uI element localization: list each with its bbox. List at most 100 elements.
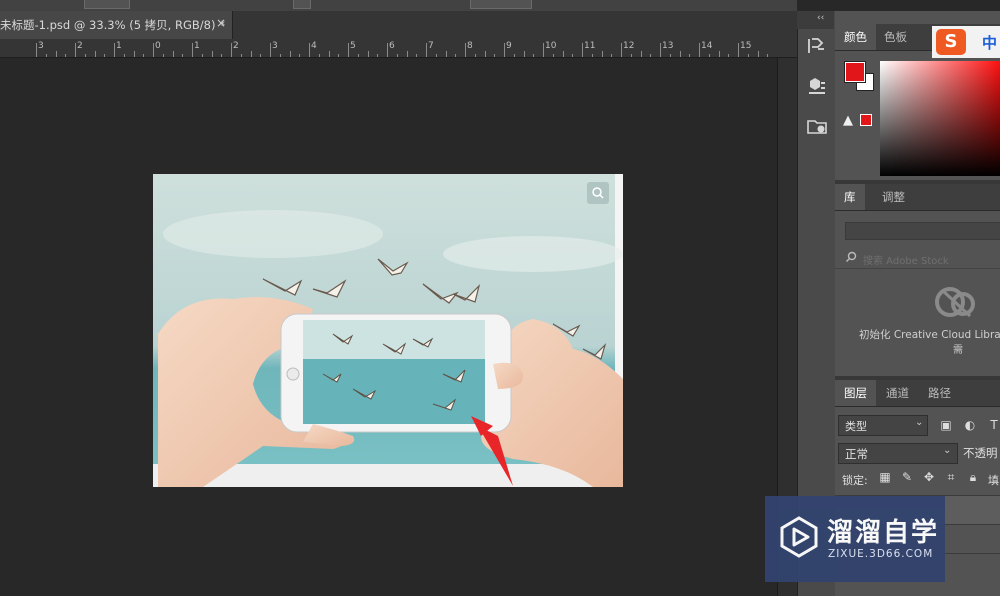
ruler-minor-tick xyxy=(689,54,691,57)
ruler-label: 12 xyxy=(623,41,635,51)
blend-mode-select[interactable]: 正常 ⌄ xyxy=(838,443,958,464)
foreground-color-swatch[interactable] xyxy=(844,61,866,83)
ruler-minor-tick xyxy=(279,54,281,57)
properties-icon[interactable] xyxy=(806,75,828,97)
ruler-minor-tick xyxy=(289,51,291,57)
ruler-minor-tick xyxy=(406,51,408,57)
document-tab-title: 未标题-1.psd @ 33.3% (5 拷贝, RGB/8) * xyxy=(0,18,225,32)
option-field[interactable] xyxy=(293,0,311,9)
ruler-minor-tick xyxy=(299,54,301,57)
ruler-minor-tick xyxy=(123,54,125,57)
lock-paint-icon[interactable]: ✎ xyxy=(900,470,914,484)
tab-paths[interactable]: 路径 xyxy=(919,380,960,406)
ruler-minor-tick xyxy=(55,51,57,57)
opacity-label: 不透明 xyxy=(963,446,998,460)
ruler-major-tick xyxy=(660,43,661,57)
ruler-minor-tick xyxy=(367,51,369,57)
ruler-minor-tick xyxy=(572,54,574,57)
ruler-minor-tick xyxy=(435,54,437,57)
ruler-minor-tick xyxy=(172,51,174,57)
gamut-warning-icon[interactable]: ▲ xyxy=(843,113,853,128)
stock-search-input[interactable]: 搜索 Adobe Stock xyxy=(863,252,949,267)
filter-pixel-icon[interactable]: ▣ xyxy=(938,417,954,433)
document-image[interactable] xyxy=(153,174,623,487)
ruler-minor-tick xyxy=(640,51,642,57)
collapse-panels-icon[interactable]: ‹‹ xyxy=(817,13,824,23)
ruler-minor-tick xyxy=(357,54,359,57)
ruler-major-tick xyxy=(348,43,349,57)
ruler-minor-tick xyxy=(240,54,242,57)
lock-all-icon[interactable]: 🔒︎ xyxy=(966,470,980,484)
ruler-minor-tick xyxy=(94,51,96,57)
lock-artboard-icon[interactable]: ⌗ xyxy=(944,470,958,484)
ruler-minor-tick xyxy=(455,54,457,57)
lock-transparent-icon[interactable]: ▦ xyxy=(878,470,892,484)
ruler-minor-tick xyxy=(45,54,47,57)
ruler-minor-tick xyxy=(757,51,759,57)
ruler-label: 15 xyxy=(740,41,752,51)
watermark-url: ZIXUE.3D66.COM xyxy=(828,548,934,560)
ruler-major-tick xyxy=(582,43,583,57)
ruler-minor-tick xyxy=(474,54,476,57)
ruler-major-tick xyxy=(75,43,76,57)
tab-swatches[interactable]: 色板 xyxy=(875,24,916,50)
ruler-minor-tick xyxy=(338,54,340,57)
ruler-minor-tick xyxy=(416,54,418,57)
lock-position-icon[interactable]: ✥ xyxy=(922,470,936,484)
libraries-folder-icon[interactable] xyxy=(806,115,828,137)
document-tab[interactable]: 未标题-1.psd @ 33.3% (5 拷贝, RGB/8) * × xyxy=(0,11,233,39)
library-selector[interactable] xyxy=(845,222,1000,240)
option-field[interactable] xyxy=(470,0,532,9)
ruler-label: 14 xyxy=(701,41,713,51)
filter-adjustment-icon[interactable]: ◐ xyxy=(962,417,978,433)
tab-color[interactable]: 颜色 xyxy=(835,24,876,50)
ruler-minor-tick xyxy=(728,54,730,57)
ruler-label: 3 xyxy=(38,41,44,51)
option-field[interactable] xyxy=(84,0,130,9)
ruler-major-tick xyxy=(426,43,427,57)
tab-layers[interactable]: 图层 xyxy=(835,380,876,406)
tab-channels[interactable]: 通道 xyxy=(877,380,918,406)
ruler-minor-tick xyxy=(84,54,86,57)
layer-filter-kind[interactable]: 类型 ⌄ xyxy=(838,415,928,436)
ruler-minor-tick xyxy=(611,54,613,57)
filter-type-icon[interactable]: T xyxy=(986,417,1000,433)
library-panel-tabs: 库 调整 xyxy=(835,184,1000,211)
fill-label: 填 xyxy=(988,474,999,487)
ruler-minor-tick xyxy=(562,51,564,57)
gamut-warning-swatch[interactable] xyxy=(860,114,872,126)
ruler-label: 8 xyxy=(467,41,473,51)
ruler-minor-tick xyxy=(747,54,749,57)
ruler-label: 2 xyxy=(233,41,239,51)
ruler-label: 1 xyxy=(116,41,122,51)
ruler-major-tick xyxy=(231,43,232,57)
close-icon[interactable]: × xyxy=(216,16,226,30)
ruler-minor-tick xyxy=(201,54,203,57)
ruler-label: 9 xyxy=(506,41,512,51)
ruler-major-tick xyxy=(621,43,622,57)
blend-mode-value: 正常 xyxy=(845,447,868,461)
ruler-minor-tick xyxy=(250,51,252,57)
ruler-major-tick xyxy=(270,43,271,57)
ruler-minor-tick xyxy=(328,51,330,57)
history-icon[interactable] xyxy=(806,35,828,57)
ruler-minor-tick xyxy=(65,54,67,57)
color-spectrum[interactable] xyxy=(880,61,1000,176)
ruler-minor-tick xyxy=(211,51,213,57)
ruler-minor-tick xyxy=(377,54,379,57)
horizontal-ruler: 3 2 1 0 1 2 3 4 5 6 7 8 9 10 11 12 13 14 15 xyxy=(0,39,797,58)
ruler-minor-tick xyxy=(767,54,769,57)
sogou-logo: S xyxy=(936,29,966,55)
ruler-major-tick xyxy=(309,43,310,57)
ruler-minor-tick xyxy=(133,51,135,57)
ruler-label: 3 xyxy=(272,41,278,51)
ruler-minor-tick xyxy=(396,54,398,57)
ruler-minor-tick xyxy=(630,54,632,57)
tab-libraries[interactable]: 库 xyxy=(835,184,865,210)
ruler-label: 7 xyxy=(428,41,434,51)
ruler-minor-tick xyxy=(650,54,652,57)
tab-adjustments[interactable]: 调整 xyxy=(873,184,914,210)
ime-badge[interactable]: S 中 xyxy=(932,26,1000,58)
ruler-major-tick xyxy=(114,43,115,57)
ruler-major-tick xyxy=(738,43,739,57)
